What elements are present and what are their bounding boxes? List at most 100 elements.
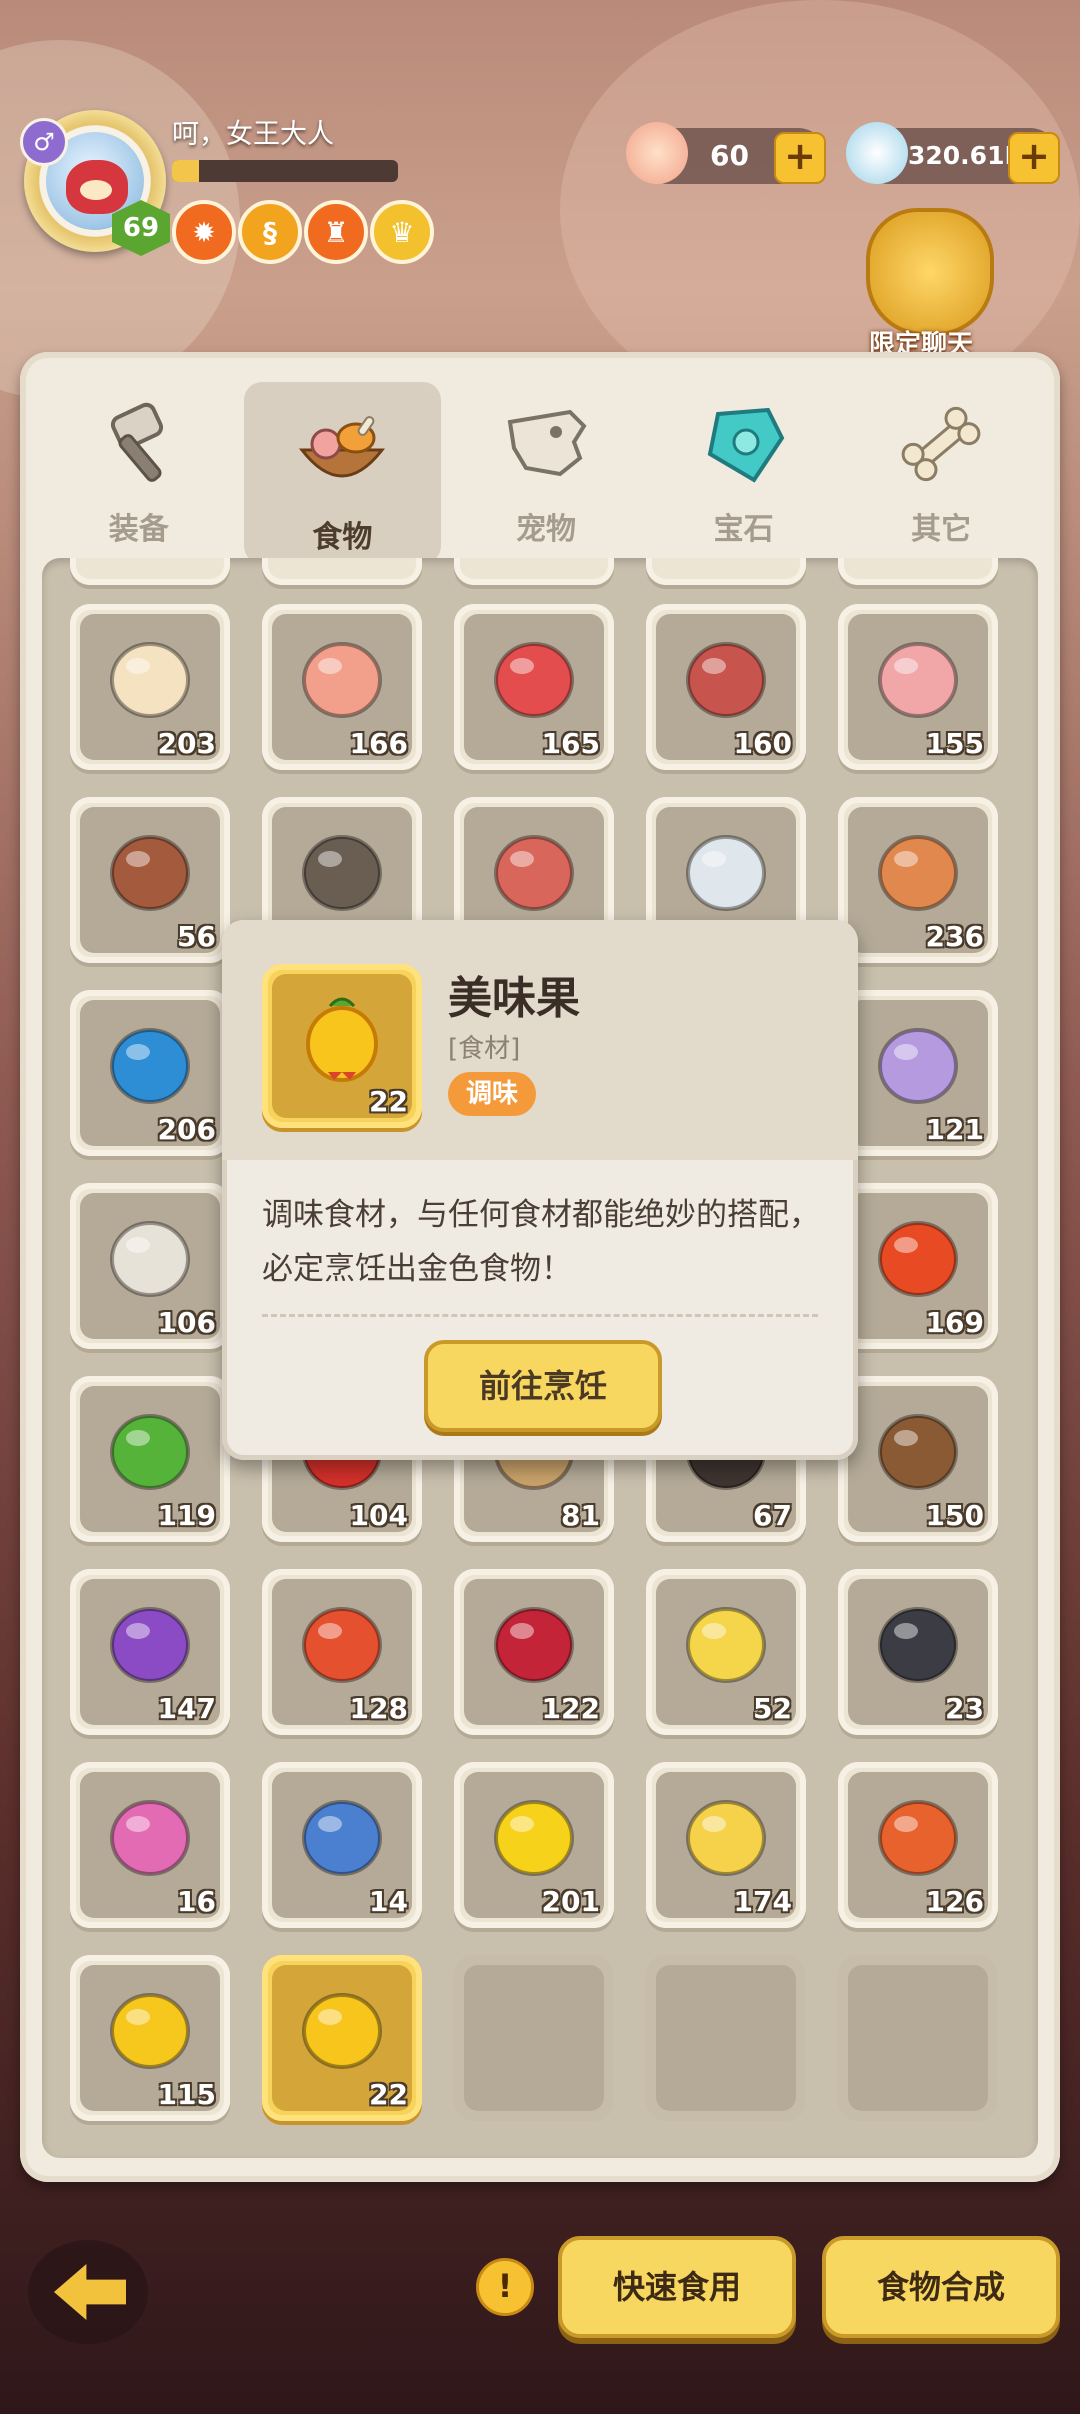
item-slot[interactable]: 166 [262, 604, 422, 770]
tab-gems[interactable]: 宝石 [645, 374, 843, 564]
divider [262, 1314, 818, 1317]
empty-slot[interactable] [454, 1955, 614, 2121]
item-slot-partial[interactable] [646, 558, 806, 585]
tab-label: 宝石 [713, 512, 774, 547]
tab-label: 其它 [911, 512, 972, 547]
popup-item-count: 22 [369, 1085, 408, 1118]
item-slot[interactable]: 201 [454, 1762, 614, 1928]
item-slot-partial[interactable] [454, 558, 614, 585]
item-count: 122 [541, 1692, 600, 1725]
item-slot[interactable]: 128 [262, 1569, 422, 1735]
item-count: 56 [177, 920, 216, 953]
gem-icon [707, 407, 784, 483]
item-slot[interactable]: 56 [70, 797, 230, 963]
chat-bubble-icon [866, 208, 994, 336]
swordfish-icon [110, 1221, 190, 1297]
tomato-icon [878, 1221, 958, 1297]
info-button[interactable]: ! [476, 2258, 534, 2316]
item-count: 236 [925, 920, 984, 953]
exp-bar-fill [172, 160, 200, 182]
herb-icon [878, 1800, 958, 1876]
item-count: 206 [157, 1113, 216, 1146]
item-count: 201 [541, 1885, 600, 1918]
item-count: 203 [157, 727, 216, 760]
medal-icon[interactable]: § [238, 200, 302, 264]
item-slot[interactable]: 119 [70, 1376, 230, 1542]
item-count: 14 [369, 1885, 408, 1918]
medal-icon[interactable]: ✹ [172, 200, 236, 264]
item-slot[interactable]: 147 [70, 1569, 230, 1735]
limited-chat-button[interactable]: 限定聊天 [836, 208, 1006, 368]
empty-slot[interactable] [646, 1955, 806, 2121]
tab-pets[interactable]: 宠物 [447, 374, 645, 564]
tab-equipment[interactable]: 装备 [40, 374, 238, 564]
item-slot[interactable]: 122 [454, 1569, 614, 1735]
item-slot[interactable]: 174 [646, 1762, 806, 1928]
item-slot[interactable]: 236 [838, 797, 998, 963]
octopus-icon [878, 1028, 958, 1104]
tab-food[interactable]: 食物 [243, 382, 442, 564]
tab-label: 装备 [108, 512, 169, 547]
item-slot[interactable]: 121 [838, 990, 998, 1156]
item-tag: 调味 [448, 1072, 537, 1116]
pineapple-icon [686, 1607, 766, 1683]
meat-leg-icon [686, 642, 766, 718]
bone-fish-icon [686, 835, 766, 911]
tab-others[interactable]: 其它 [842, 374, 1040, 564]
claw-icon [878, 1607, 958, 1683]
item-slot[interactable]: 155 [838, 604, 998, 770]
item-slot[interactable]: 126 [838, 1762, 998, 1928]
item-slot[interactable]: 203 [70, 604, 230, 770]
pomegranate-icon [494, 1607, 574, 1683]
item-slot[interactable]: 165 [454, 604, 614, 770]
item-count: 81 [561, 1499, 600, 1532]
item-count: 52 [753, 1692, 792, 1725]
add-shells-button[interactable]: + [774, 132, 826, 184]
crystal-fruit-icon [302, 1800, 382, 1876]
item-slot[interactable]: 160 [646, 604, 806, 770]
item-count: 104 [349, 1499, 408, 1532]
food-bowl-icon [299, 416, 386, 478]
honeycomb-icon [110, 1993, 190, 2069]
shell-currency: 60 + [626, 122, 826, 184]
item-slot[interactable]: 115 [70, 1955, 230, 2121]
go-cook-button[interactable]: 前往烹饪 [424, 1340, 662, 1432]
back-button[interactable] [28, 2240, 148, 2344]
hammer-icon [110, 402, 163, 482]
add-pearls-button[interactable]: + [1008, 132, 1060, 184]
item-slot[interactable]: 150 [838, 1376, 998, 1542]
tab-label: 食物 [312, 520, 373, 555]
item-type: [食材] [448, 1034, 521, 1064]
item-slot-partial[interactable] [262, 558, 422, 585]
coconut-icon [878, 1414, 958, 1490]
item-count: 165 [541, 727, 600, 760]
medal-icon[interactable]: ♜ [304, 200, 368, 264]
item-slot-partial[interactable] [70, 558, 230, 585]
apple-icon [302, 1607, 382, 1683]
item-slot[interactable]: 169 [838, 1183, 998, 1349]
item-slot[interactable]: 16 [70, 1762, 230, 1928]
pink-snail-icon [110, 1800, 190, 1876]
meat-slabs-icon [494, 835, 574, 911]
item-slot[interactable]: 106 [70, 1183, 230, 1349]
drumstick-icon [302, 642, 382, 718]
item-slot[interactable]: 23 [838, 1569, 998, 1735]
crown-medal-icon[interactable]: ♛ [370, 200, 434, 264]
item-slot[interactable]: 22 [262, 1955, 422, 2121]
tasty-fruit-icon [306, 997, 378, 1082]
item-slot[interactable]: 52 [646, 1569, 806, 1735]
lobster-icon [110, 1028, 190, 1104]
item-count: 126 [925, 1885, 984, 1918]
item-count: 22 [369, 2078, 408, 2111]
item-slot[interactable]: 206 [70, 990, 230, 1156]
item-title: 美味果 [448, 973, 580, 1024]
empty-slot[interactable] [838, 1955, 998, 2121]
broccoli-icon [110, 1414, 190, 1490]
item-slot[interactable]: 14 [262, 1762, 422, 1928]
back-arrow-icon [54, 2264, 126, 2320]
quick-eat-button[interactable]: 快速食用 [558, 2236, 796, 2338]
grapes-icon [110, 1607, 190, 1683]
item-count: 16 [177, 1885, 216, 1918]
item-slot-partial[interactable] [838, 558, 998, 585]
food-synthesis-button[interactable]: 食物合成 [822, 2236, 1060, 2338]
